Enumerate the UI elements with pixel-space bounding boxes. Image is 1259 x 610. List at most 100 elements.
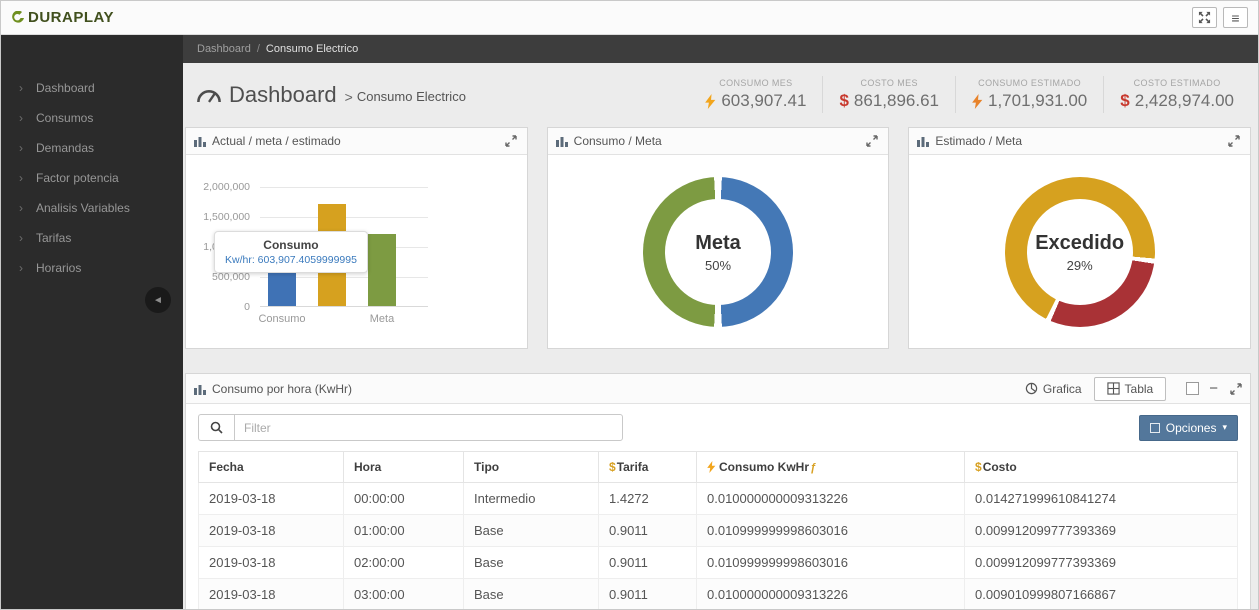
table-cell: 0.9011 xyxy=(599,579,697,610)
column-header-consumo-kwhr[interactable]: Consumo KwHrƒ xyxy=(697,452,965,483)
dashboard-gauge-icon xyxy=(197,86,221,103)
chevron-right-icon: › xyxy=(19,141,23,155)
main-content: Dashboard / Consumo Electrico Dashboard … xyxy=(183,35,1259,610)
chevron-right-icon: › xyxy=(19,111,23,125)
menu-button[interactable]: ≡ xyxy=(1223,7,1248,28)
stat-consumo-estimado: CONSUMO ESTIMADO 1,701,931.00 xyxy=(955,76,1103,113)
tab-label: Tabla xyxy=(1125,382,1154,396)
panel-window-controls: − xyxy=(1186,381,1244,397)
table-cell: 0.010999999998603016 xyxy=(697,547,965,579)
table-row[interactable]: 2019-03-18 03:00:00 Base 0.9011 0.010000… xyxy=(199,579,1238,610)
table-cell: 2019-03-18 xyxy=(199,547,344,579)
page-title: Dashboard xyxy=(229,82,337,108)
donut-chart-consumo-meta: Meta 50% xyxy=(548,155,889,349)
logo-icon xyxy=(11,11,25,25)
panel-expand-button[interactable] xyxy=(1226,133,1242,149)
app-logo: DURAPLAY xyxy=(11,9,114,26)
sidebar-item-consumos[interactable]: › Consumos xyxy=(1,103,183,133)
table-cell: 0.009912099777393369 xyxy=(965,515,1238,547)
table-cell: 0.9011 xyxy=(599,547,697,579)
panel-header: Consumo / Meta xyxy=(548,128,889,155)
y-axis-tick: 1,500,000 xyxy=(186,211,250,223)
panel-header: Estimado / Meta xyxy=(909,128,1250,155)
column-header-hora[interactable]: Hora xyxy=(344,452,464,483)
panel-expand-button[interactable] xyxy=(503,133,519,149)
collapse-box-icon[interactable] xyxy=(1186,382,1199,395)
stat-value: 1,701,931.00 xyxy=(972,91,1087,111)
fullscreen-button[interactable] xyxy=(1192,7,1217,28)
topbar: DURAPLAY ≡ xyxy=(1,1,1258,35)
pie-chart-icon xyxy=(1025,382,1038,395)
bar-consumo[interactable] xyxy=(268,270,296,306)
stat-value: $ 2,428,974.00 xyxy=(1120,91,1234,111)
sidebar-item-label: Tarifas xyxy=(36,231,71,245)
donut-ring[interactable]: Excedido 29% xyxy=(1005,177,1155,327)
options-button[interactable]: Opciones ▾ xyxy=(1139,415,1238,441)
chevron-right-icon: › xyxy=(19,231,23,245)
donut-ring[interactable]: Meta 50% xyxy=(643,177,793,327)
tab-grafica[interactable]: Grafica xyxy=(1013,378,1094,400)
panel-header: Actual / meta / estimado xyxy=(186,128,527,155)
panel-actual-meta-estimado: Actual / meta / estimado 2,000,000 1,500… xyxy=(185,127,528,349)
table-cell: Base xyxy=(464,515,599,547)
panel-expand-button[interactable] xyxy=(1228,381,1244,397)
panel-expand-button[interactable] xyxy=(864,133,880,149)
stat-costo-estimado: COSTO ESTIMADO $ 2,428,974.00 xyxy=(1103,76,1250,113)
panel-title: Consumo / Meta xyxy=(574,134,662,148)
search-button[interactable] xyxy=(198,414,234,441)
table-icon xyxy=(1107,382,1120,395)
table-row[interactable]: 2019-03-18 02:00:00 Base 0.9011 0.010999… xyxy=(199,547,1238,579)
sidebar-item-label: Analisis Variables xyxy=(36,201,130,215)
options-label: Opciones xyxy=(1166,421,1217,435)
consumo-table: Fecha Hora Tipo $Tarifa Consumo KwHrƒ $C… xyxy=(198,451,1238,610)
sidebar-item-tarifas[interactable]: › Tarifas xyxy=(1,223,183,253)
sidebar-item-label: Consumos xyxy=(36,111,93,125)
app-window: DURAPLAY ≡ › Dashboard › Consumos xyxy=(0,0,1259,610)
stat-label: COSTO ESTIMADO xyxy=(1120,78,1234,88)
table-toolbar: Opciones ▾ xyxy=(186,404,1250,449)
table-row[interactable]: 2019-03-18 01:00:00 Base 0.9011 0.010999… xyxy=(199,515,1238,547)
columns-icon xyxy=(1150,423,1160,433)
table-cell: 02:00:00 xyxy=(344,547,464,579)
stats-strip: CONSUMO MES 603,907.41 COSTO MES $ 861,8… xyxy=(689,76,1250,113)
panel-estimado-meta: Estimado / Meta Excedido 29% xyxy=(908,127,1251,349)
dollar-icon: $ xyxy=(839,91,848,111)
bar-chart-icon xyxy=(556,135,568,147)
panel-consumo-por-hora: Consumo por hora (KwHr) Grafica Tabla xyxy=(185,373,1251,610)
page-subtitle: Consumo Electrico xyxy=(357,89,466,104)
bar-meta[interactable] xyxy=(368,234,396,306)
dollar-icon: $ xyxy=(609,460,616,474)
donut-center: Excedido 29% xyxy=(1005,177,1155,327)
minimize-icon[interactable]: − xyxy=(1209,381,1218,396)
column-header-costo[interactable]: $Costo xyxy=(965,452,1238,483)
tab-tabla[interactable]: Tabla xyxy=(1094,377,1167,401)
page-header: Dashboard > Consumo Electrico CONSUMO ME… xyxy=(183,63,1259,124)
y-axis-tick: 2,000,000 xyxy=(186,181,250,193)
sidebar-item-label: Horarios xyxy=(36,261,81,275)
stat-costo-mes: COSTO MES $ 861,896.61 xyxy=(822,76,955,113)
panels-row: Actual / meta / estimado 2,000,000 1,500… xyxy=(185,127,1251,349)
table-cell: 2019-03-18 xyxy=(199,483,344,515)
expand-icon xyxy=(1230,383,1242,395)
column-header-tipo[interactable]: Tipo xyxy=(464,452,599,483)
column-header-tarifa[interactable]: $Tarifa xyxy=(599,452,697,483)
donut-center-value: 29% xyxy=(1067,258,1093,273)
sidebar-item-factor-potencia[interactable]: › Factor potencia xyxy=(1,163,183,193)
table-row[interactable]: 2019-03-18 00:00:00 Intermedio 1.4272 0.… xyxy=(199,483,1238,515)
sidebar-item-demandas[interactable]: › Demandas xyxy=(1,133,183,163)
panel-title: Estimado / Meta xyxy=(935,134,1022,148)
column-header-fecha[interactable]: Fecha xyxy=(199,452,344,483)
tooltip-value: Kw/hr: 603,907.4059999995 xyxy=(225,254,357,266)
filter-group xyxy=(198,414,623,441)
sidebar-item-dashboard[interactable]: › Dashboard xyxy=(1,73,183,103)
sidebar-collapse-button[interactable]: ◄ xyxy=(145,287,171,313)
filter-input[interactable] xyxy=(234,414,623,441)
tab-label: Grafica xyxy=(1043,382,1082,396)
table-cell: 00:00:00 xyxy=(344,483,464,515)
collapse-arrow-icon: ◄ xyxy=(153,295,163,306)
caret-down-icon: ▾ xyxy=(1222,422,1227,433)
breadcrumb-dashboard[interactable]: Dashboard xyxy=(197,43,251,55)
sidebar-item-analisis-variables[interactable]: › Analisis Variables xyxy=(1,193,183,223)
sidebar-item-horarios[interactable]: › Horarios xyxy=(1,253,183,283)
stat-label: CONSUMO MES xyxy=(705,78,806,88)
